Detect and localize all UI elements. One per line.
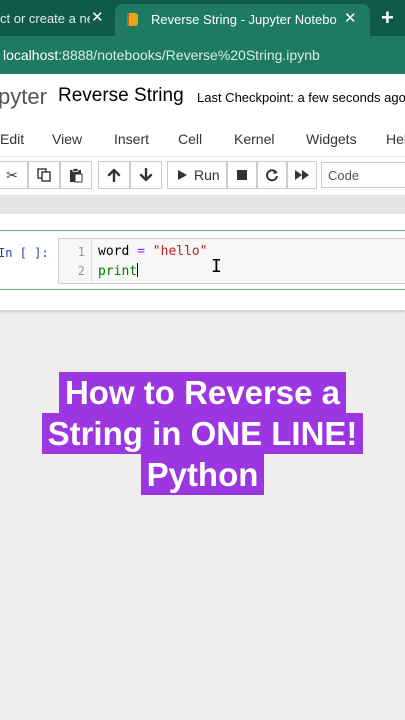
code-line-1: word = "hello" bbox=[98, 244, 208, 259]
tab-title: ct or create a new bbox=[0, 11, 90, 26]
arrow-up-icon bbox=[107, 168, 121, 182]
close-tab-icon[interactable]: ✕ bbox=[344, 9, 357, 27]
tab-title: Reverse String - Jupyter Notebook bbox=[151, 12, 337, 27]
browser-tab-active[interactable]: Reverse String - Jupyter Notebook ✕ bbox=[115, 4, 370, 36]
menu-view[interactable]: View bbox=[52, 131, 82, 147]
menu-insert[interactable]: Insert bbox=[114, 131, 149, 147]
menu-edit[interactable]: Edit bbox=[0, 131, 24, 147]
restart-icon bbox=[266, 169, 278, 182]
ibeam-cursor-icon: I bbox=[211, 256, 222, 277]
string-literal: "hello" bbox=[152, 244, 208, 259]
browser-tab-inactive[interactable]: ct or create a new ✕ bbox=[0, 0, 112, 36]
copy-icon bbox=[37, 168, 51, 182]
caption-line: Python bbox=[140, 454, 265, 495]
browser-tab-strip: ct or create a new ✕ Reverse String - Ju… bbox=[0, 0, 405, 36]
menu-kernel[interactable]: Kernel bbox=[234, 131, 274, 147]
menu-help[interactable]: Help bbox=[386, 131, 405, 147]
notebook-favicon-icon bbox=[127, 13, 138, 26]
arrow-down-icon bbox=[139, 168, 153, 182]
address-bar[interactable]: localhost:8888/notebooks/Reverse%20Strin… bbox=[0, 36, 405, 74]
code-line-2: print bbox=[98, 263, 139, 279]
notebook-title[interactable]: Reverse String bbox=[58, 85, 184, 107]
caption-line: How to Reverse a bbox=[58, 372, 347, 413]
notebook-toolbar: ✂ Run Code bbox=[0, 157, 405, 196]
line-number-gutter: 1 2 bbox=[59, 239, 92, 283]
jupyter-header: pyter Reverse String Last Checkpoint: a … bbox=[0, 74, 405, 122]
cell-type-select[interactable]: Code bbox=[321, 162, 405, 188]
video-caption-overlay: How to Reverse a String in ONE LINE! Pyt… bbox=[0, 372, 405, 495]
move-up-button[interactable] bbox=[98, 161, 130, 189]
builtin-function: print bbox=[98, 264, 138, 279]
fast-forward-icon bbox=[295, 170, 309, 180]
run-label: Run bbox=[194, 167, 220, 183]
url-text[interactable]: localhost:8888/notebooks/Reverse%20Strin… bbox=[3, 47, 320, 63]
checkpoint-status: Last Checkpoint: a few seconds ago bbox=[197, 90, 405, 105]
new-tab-button[interactable]: + bbox=[381, 5, 394, 31]
jupyter-logo[interactable]: pyter bbox=[0, 84, 47, 110]
line-number: 1 bbox=[77, 245, 85, 259]
move-down-button[interactable] bbox=[130, 161, 162, 189]
stop-icon bbox=[237, 170, 247, 180]
url-host: localhost bbox=[3, 47, 59, 63]
text-caret bbox=[137, 263, 139, 277]
play-icon bbox=[178, 170, 187, 180]
code-editor[interactable]: 1 2 word = "hello" print bbox=[58, 238, 405, 284]
line-number: 2 bbox=[77, 264, 85, 278]
assignment-operator: = bbox=[129, 244, 153, 259]
variable-name: word bbox=[98, 244, 130, 259]
paste-icon bbox=[70, 167, 83, 182]
menu-widgets[interactable]: Widgets bbox=[306, 131, 357, 147]
cell-prompt: In [ ]: bbox=[0, 246, 49, 260]
cut-button[interactable]: ✂ bbox=[0, 161, 28, 189]
restart-button[interactable] bbox=[257, 161, 287, 189]
cut-icon: ✂ bbox=[6, 166, 18, 183]
interrupt-button[interactable] bbox=[227, 161, 257, 189]
copy-button[interactable] bbox=[28, 161, 60, 189]
close-tab-icon[interactable]: ✕ bbox=[91, 8, 104, 26]
paste-button[interactable] bbox=[60, 161, 92, 189]
notebook-background bbox=[0, 196, 405, 214]
menu-bar: Edit View Insert Cell Kernel Widgets Hel… bbox=[0, 122, 405, 157]
run-button[interactable]: Run bbox=[167, 161, 227, 189]
url-path: :8888/notebooks/Reverse%20String.ipynb bbox=[58, 47, 320, 63]
restart-run-all-button[interactable] bbox=[287, 161, 317, 189]
caption-line: String in ONE LINE! bbox=[41, 413, 364, 454]
menu-cell[interactable]: Cell bbox=[178, 131, 202, 147]
